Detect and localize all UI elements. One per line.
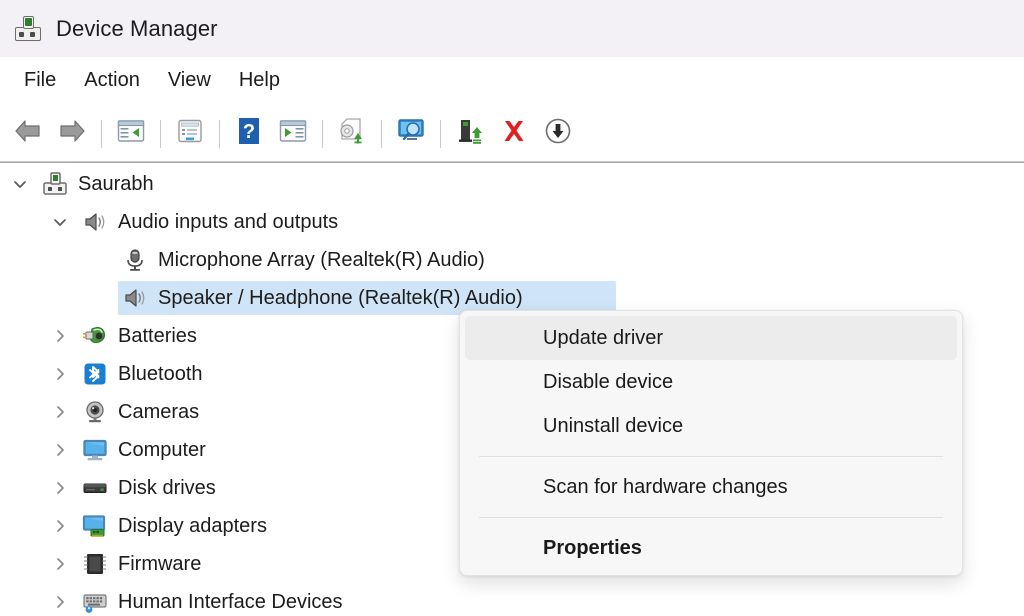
device-manager-window: Device Manager File Action View Help ? S…: [0, 0, 1024, 616]
tree-item-label: Firmware: [118, 552, 202, 575]
context-menu-separator: [479, 456, 943, 457]
titlebar: Device Manager: [0, 0, 1024, 57]
chevron-right-icon[interactable]: [50, 516, 70, 536]
tree-item-label: Saurabh: [78, 172, 154, 195]
context-menu-item-uninstall-device[interactable]: Uninstall device: [465, 404, 957, 448]
toolbar-separator: [101, 119, 102, 148]
chevron-right-icon[interactable]: [50, 478, 70, 498]
question-mark-icon: ?: [237, 117, 261, 150]
toolbar: ?: [0, 104, 1024, 163]
chevron-right-icon[interactable]: [50, 402, 70, 422]
speaker-icon: [82, 209, 108, 235]
chevron-right-icon[interactable]: [50, 440, 70, 460]
device-manager-icon: [14, 15, 42, 43]
menu-file[interactable]: File: [10, 66, 70, 95]
down-arrow-circle-icon: [544, 117, 572, 150]
svg-text:?: ?: [243, 121, 255, 143]
chevron-placeholder: [90, 288, 110, 308]
tree-item-label: Computer: [118, 438, 206, 461]
display-adapter-icon: [82, 513, 108, 539]
chevron-right-icon[interactable]: [50, 592, 70, 612]
context-menu-item-update-driver[interactable]: Update driver: [465, 316, 957, 360]
chevron-down-icon[interactable]: [10, 174, 30, 194]
toolbar-separator: [322, 119, 323, 148]
tree-item-label: Bluetooth: [118, 362, 203, 385]
context-menu-separator: [479, 517, 943, 518]
toolbar-separator: [440, 119, 441, 148]
update-driver-icon: [336, 117, 368, 150]
window-title: Device Manager: [56, 15, 218, 41]
scan-monitor-icon: [395, 117, 427, 150]
bluetooth-icon: [82, 361, 108, 387]
forward-arrow-icon: [57, 118, 87, 149]
tree-item-label: Audio inputs and outputs: [118, 210, 339, 233]
context-menu-item-properties[interactable]: Properties: [465, 526, 957, 570]
microphone-icon: [122, 247, 148, 273]
install-legacy-hardware-button[interactable]: [448, 112, 492, 156]
battery-plug-icon: [82, 323, 108, 349]
menu-help[interactable]: Help: [225, 66, 294, 95]
back-button[interactable]: [6, 112, 50, 156]
tree-item-label: Cameras: [118, 400, 200, 423]
chevron-right-icon[interactable]: [50, 364, 70, 384]
help-button[interactable]: ?: [227, 112, 271, 156]
menu-action[interactable]: Action: [70, 66, 154, 95]
toolbar-separator: [160, 119, 161, 148]
monitor-icon: [82, 437, 108, 463]
console-tree-icon: [116, 118, 146, 149]
action-pane-icon: [278, 118, 308, 149]
disk-drive-icon: [82, 475, 108, 501]
scan-for-hardware-changes-button[interactable]: [389, 112, 433, 156]
tree-item-label: Batteries: [118, 324, 197, 347]
back-arrow-icon: [13, 118, 43, 149]
properties-button[interactable]: [168, 112, 212, 156]
tree-item-human-interface-devices[interactable]: Human Interface Devices: [0, 583, 1024, 616]
tree-item-label: Disk drives: [118, 476, 216, 499]
tree-item-microphone-array[interactable]: Microphone Array (Realtek(R) Audio): [0, 241, 1024, 279]
tree-item-saurabh[interactable]: Saurabh: [0, 165, 1024, 203]
toolbar-separator: [381, 119, 382, 148]
context-menu: Update driver Disable device Uninstall d…: [459, 310, 963, 576]
properties-page-icon: [175, 118, 205, 149]
tree-item-label: Display adapters: [118, 514, 267, 537]
keyboard-hid-icon: [82, 589, 108, 615]
uninstall-device-button[interactable]: [492, 112, 536, 156]
toolbar-separator: [219, 119, 220, 148]
update-driver-button[interactable]: [330, 112, 374, 156]
show-hide-console-tree-button[interactable]: [109, 112, 153, 156]
chevron-right-icon[interactable]: [50, 326, 70, 346]
context-menu-item-disable-device[interactable]: Disable device: [465, 360, 957, 404]
forward-button[interactable]: [50, 112, 94, 156]
show-hide-action-pane-button[interactable]: [271, 112, 315, 156]
computer-root-icon: [42, 171, 68, 197]
menu-view[interactable]: View: [154, 66, 225, 95]
chevron-down-icon[interactable]: [50, 212, 70, 232]
camera-icon: [82, 399, 108, 425]
menu-bar: File Action View Help: [0, 57, 1024, 104]
tree-item-label: Speaker / Headphone (Realtek(R) Audio): [158, 286, 523, 309]
context-menu-item-scan-for-hardware-changes[interactable]: Scan for hardware changes: [465, 465, 957, 509]
red-x-icon: [500, 117, 528, 150]
firmware-chip-icon: [82, 551, 108, 577]
disable-device-button[interactable]: [536, 112, 580, 156]
tree-item-audio-inputs-and-outputs[interactable]: Audio inputs and outputs: [0, 203, 1024, 241]
tree-item-label: Microphone Array (Realtek(R) Audio): [158, 248, 485, 271]
speaker-icon: [122, 285, 148, 311]
chevron-placeholder: [90, 250, 110, 270]
chevron-right-icon[interactable]: [50, 554, 70, 574]
install-device-icon: [455, 117, 485, 150]
tree-item-label: Human Interface Devices: [118, 590, 343, 613]
